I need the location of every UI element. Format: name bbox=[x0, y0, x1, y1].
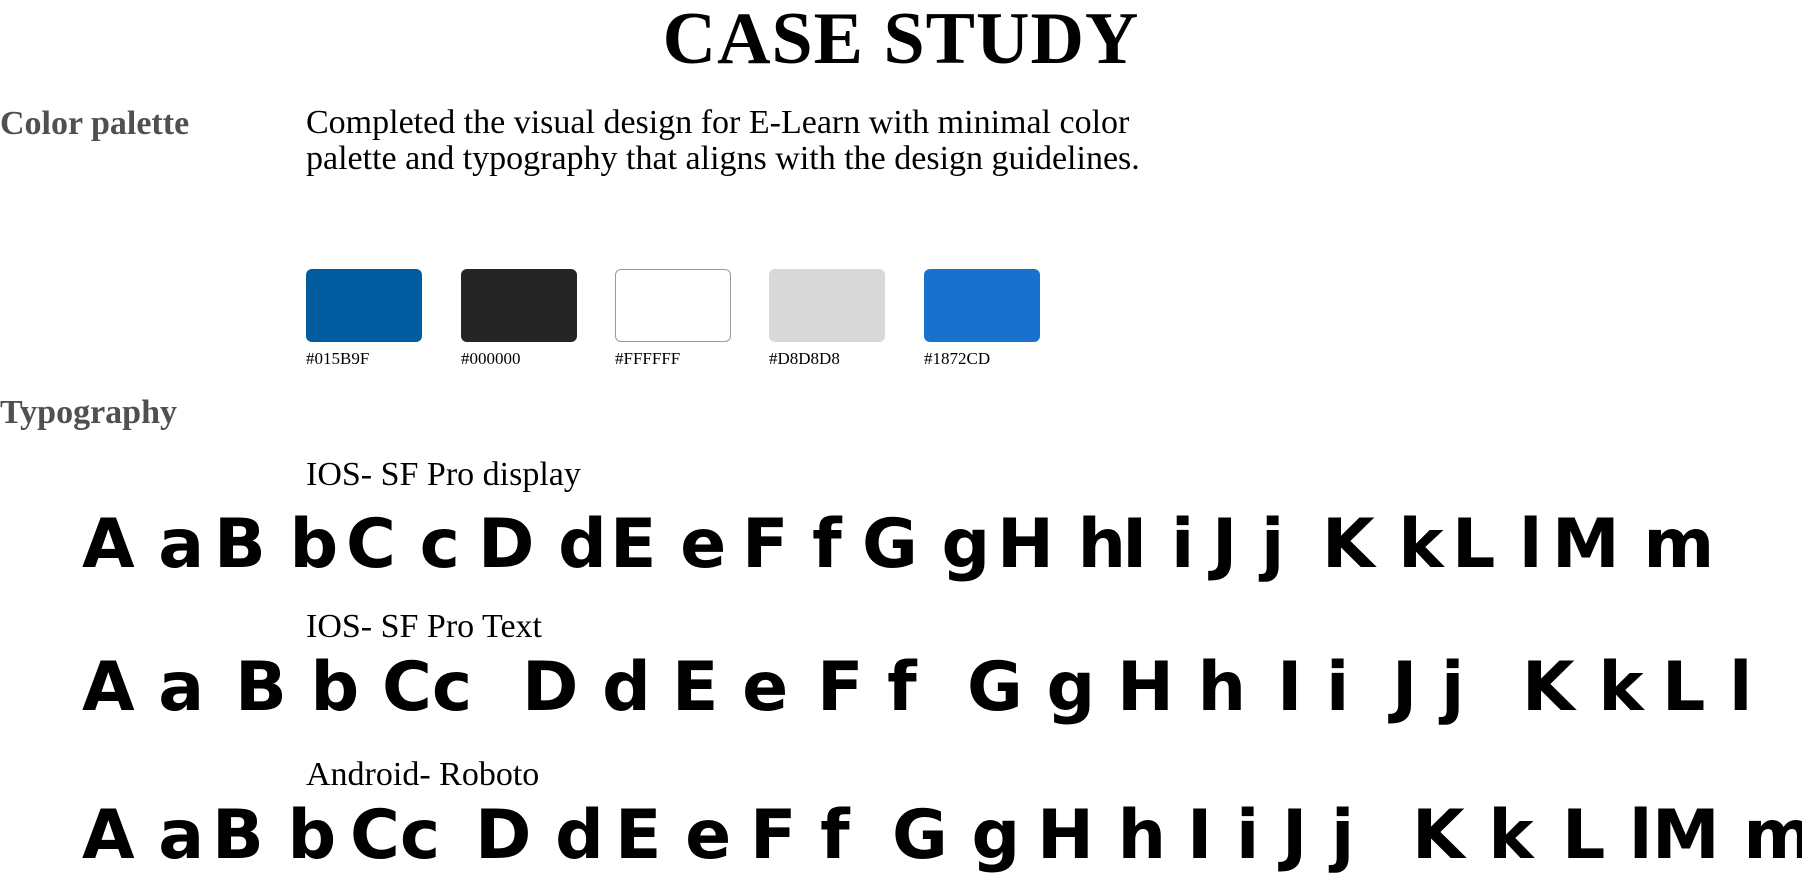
swatch-hex-label: #1872CD bbox=[924, 349, 991, 368]
specimen-sf-pro-display: A aB bC cD dE eF f G gH hI iJ j K kL lM m bbox=[82, 505, 1802, 585]
glyph-pair: E e bbox=[610, 505, 727, 584]
color-swatch-primary-blue: #015B9F bbox=[306, 269, 422, 367]
glyph-pair: F f bbox=[742, 505, 842, 584]
glyph-pair: I i bbox=[1187, 796, 1260, 875]
intro-paragraph: Completed the visual design for E-Learn … bbox=[306, 104, 1140, 177]
glyph-pair: H h bbox=[1037, 796, 1166, 875]
color-palette-heading: Color palette bbox=[0, 105, 190, 142]
glyph-pair: F f bbox=[817, 648, 917, 727]
swatch-hex-label: #D8D8D8 bbox=[769, 349, 840, 368]
specimen-sf-pro-text: A a B b Cc D d E e F f G g H h I i J j K kL l bbox=[82, 648, 1802, 728]
glyph-pair: J j bbox=[1392, 648, 1465, 727]
glyph-pair: D d bbox=[478, 505, 607, 584]
glyph-pair: A a bbox=[82, 648, 205, 727]
swatch-hex-label: #015B9F bbox=[306, 349, 370, 368]
glyph-pair: Cc bbox=[382, 648, 473, 727]
swatch-color-box bbox=[769, 269, 885, 342]
swatch-color-box bbox=[924, 269, 1040, 342]
glyph-pair: L l bbox=[1662, 648, 1753, 727]
specimen-roboto: A aB b Cc D dE eF f G gH h I i J j K k L lM m bbox=[82, 796, 1802, 876]
glyph-pair: L l bbox=[1562, 796, 1653, 875]
glyph-pair: H h bbox=[997, 505, 1126, 584]
typography-heading: Typography bbox=[0, 394, 177, 431]
glyph-pair: B b bbox=[214, 505, 339, 584]
glyph-pair: B b bbox=[235, 648, 360, 727]
swatch-color-box bbox=[461, 269, 577, 342]
glyph-pair: Cc bbox=[350, 796, 441, 875]
glyph-pair: M m bbox=[1552, 505, 1715, 584]
swatch-color-box bbox=[306, 269, 422, 342]
glyph-pair: K k bbox=[1412, 796, 1534, 875]
glyph-pair: K k bbox=[1522, 648, 1644, 727]
color-swatch-bright-blue: #1872CD bbox=[924, 269, 1040, 367]
glyph-pair: I i bbox=[1277, 648, 1350, 727]
glyph-pair: F f bbox=[750, 796, 850, 875]
glyph-pair: G g bbox=[967, 648, 1096, 727]
swatch-color-box bbox=[615, 269, 731, 342]
page-title: CASE STUDY bbox=[662, 0, 1140, 80]
glyph-pair: G g bbox=[892, 796, 1021, 875]
glyph-pair: A a bbox=[82, 505, 205, 584]
swatch-hex-label: #000000 bbox=[461, 349, 521, 368]
color-swatch-white: #FFFFFF bbox=[615, 269, 731, 367]
glyph-pair: J j bbox=[1212, 505, 1285, 584]
glyph-pair: G g bbox=[862, 505, 991, 584]
swatch-hex-label: #FFFFFF bbox=[615, 349, 681, 368]
glyph-pair: D d bbox=[522, 648, 651, 727]
font-label-roboto: Android- Roboto bbox=[306, 756, 540, 793]
glyph-pair: L l bbox=[1452, 505, 1543, 584]
glyph-pair: K k bbox=[1322, 505, 1444, 584]
glyph-pair: E e bbox=[672, 648, 789, 727]
glyph-pair: E e bbox=[615, 796, 732, 875]
glyph-pair: H h bbox=[1117, 648, 1246, 727]
glyph-pair: D d bbox=[475, 796, 604, 875]
glyph-pair: C c bbox=[346, 505, 460, 584]
font-label-sf-pro-display: IOS- SF Pro display bbox=[306, 456, 581, 493]
glyph-pair: J j bbox=[1282, 796, 1355, 875]
color-swatch-light-gray: #D8D8D8 bbox=[769, 269, 885, 367]
glyph-pair: B b bbox=[212, 796, 337, 875]
glyph-pair: A a bbox=[82, 796, 205, 875]
glyph-pair: I i bbox=[1122, 505, 1195, 584]
glyph-pair: M m bbox=[1652, 796, 1802, 875]
color-swatch-list: #015B9F #000000 #FFFFFF #D8D8D8 #1872CD bbox=[306, 269, 1206, 379]
font-label-sf-pro-text: IOS- SF Pro Text bbox=[306, 608, 542, 645]
color-swatch-black: #000000 bbox=[461, 269, 577, 367]
